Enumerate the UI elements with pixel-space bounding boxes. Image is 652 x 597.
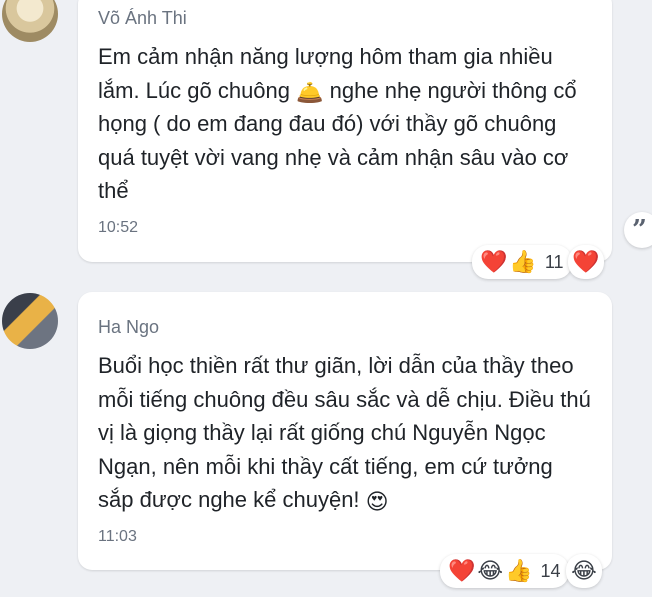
my-reaction[interactable]: ❤️ [568, 245, 604, 279]
thumbs-up-icon: 👍 [505, 558, 533, 583]
message-text-part: Buổi học thiền rất thư giãn, lời dẫn của… [98, 353, 591, 512]
laughing-icon: 😂 [477, 558, 504, 583]
message-time: 11:03 [98, 528, 137, 545]
message-time: 10:52 [98, 219, 139, 236]
message-author[interactable]: Võ Ánh Thi [98, 8, 187, 29]
reaction-count: 14 [540, 560, 561, 581]
heart-eyes-icon: 😍 [365, 489, 389, 514]
bell-icon: 🛎️ [296, 79, 324, 105]
my-reaction[interactable]: 😂 [566, 554, 602, 588]
message-bubble[interactable]: Võ Ánh Thi Em cảm nhận năng lượng hôm th… [78, 0, 612, 262]
avatar[interactable] [2, 0, 58, 42]
message-text: Em cảm nhận năng lượng hôm tham gia nhiề… [98, 40, 594, 208]
quote-icon[interactable]: ” [624, 212, 652, 248]
message-bubble[interactable]: Ha Ngo Buổi học thiền rất thư giãn, lời … [78, 292, 612, 570]
laughing-icon: 😂 [571, 558, 597, 583]
reaction-summary[interactable]: ❤️ 😂 👍 14 [440, 554, 569, 588]
reaction-count: 11 [544, 251, 564, 272]
heart-icon: ❤️ [480, 249, 508, 274]
heart-icon: ❤️ [572, 249, 600, 274]
avatar[interactable] [2, 293, 58, 349]
message-author[interactable]: Ha Ngo [98, 317, 159, 338]
heart-icon: ❤️ [448, 558, 476, 583]
thumbs-up-icon: 👍 [509, 249, 537, 274]
message-text: Buổi học thiền rất thư giãn, lời dẫn của… [98, 349, 594, 517]
reaction-summary[interactable]: ❤️ 👍 11 [472, 245, 572, 279]
